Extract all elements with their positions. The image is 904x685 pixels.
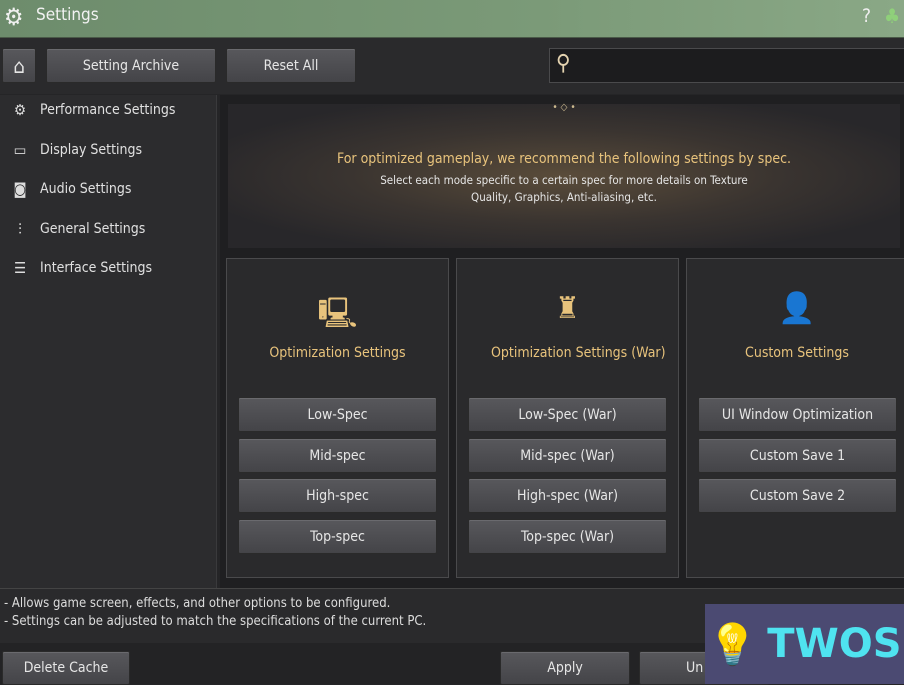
sidebar-item-audio[interactable]: ◙ Audio Settings xyxy=(0,174,217,204)
low-spec-war-button[interactable]: Low-Spec (War) xyxy=(468,397,667,432)
recommendation-banner: • ◇ • For optimized gameplay, we recomme… xyxy=(228,102,900,248)
top-spec-button[interactable]: Top-spec xyxy=(238,519,437,554)
help-button[interactable]: ? xyxy=(862,5,871,27)
speaker-icon: ◙ xyxy=(13,180,27,198)
apply-button[interactable]: Apply xyxy=(500,651,630,685)
card-title: Optimization Settings xyxy=(269,345,406,361)
sliders-icon: ⫶ xyxy=(18,220,22,238)
sidebar-item-performance[interactable]: ⚙ Performance Settings xyxy=(0,95,217,125)
title-bar: ⚙ Settings ? ♣ xyxy=(0,0,904,38)
sidebar-item-interface[interactable]: ☰ Interface Settings xyxy=(0,253,217,283)
sidebar-item-display[interactable]: ▭ Display Settings xyxy=(0,135,217,165)
list-icon: ☰ xyxy=(13,259,27,277)
top-spec-war-button[interactable]: Top-spec (War) xyxy=(468,519,667,554)
computer-icon: 🖳 xyxy=(317,296,358,331)
sidebar-item-label: Audio Settings xyxy=(40,181,132,197)
watermark-text: TWOS xyxy=(767,621,902,667)
monitor-icon: ▭ xyxy=(13,141,27,159)
card-title: Custom Settings xyxy=(745,345,849,361)
custom-save-1-button[interactable]: Custom Save 1 xyxy=(698,438,897,473)
description-line: - Allows game screen, effects, and other… xyxy=(4,596,391,611)
user-icon: 👤 xyxy=(778,291,816,326)
lightbulb-icon: 💡 xyxy=(707,621,758,668)
card-optimization-war: ♜ Optimization Settings (War) Low-Spec (… xyxy=(456,258,679,578)
card-custom: 👤 Custom Settings UI Window Optimization… xyxy=(686,258,904,578)
high-spec-button[interactable]: High-spec xyxy=(238,478,437,513)
watermark-logo: 💡 TWOS xyxy=(705,604,904,684)
card-optimization: 🖳 Optimization Settings Low-Spec Mid-spe… xyxy=(226,258,449,578)
sidebar-item-label: Performance Settings xyxy=(40,102,176,118)
banner-headline: For optimized gameplay, we recommend the… xyxy=(336,151,792,167)
mid-spec-war-button[interactable]: Mid-spec (War) xyxy=(468,438,667,473)
banner-subtext: Quality, Graphics, Anti-aliasing, etc. xyxy=(471,190,657,204)
clover-icon[interactable]: ♣ xyxy=(884,4,900,28)
gear-icon: ⚙ xyxy=(4,3,24,31)
sidebar-item-general[interactable]: ⫶ General Settings xyxy=(0,214,217,244)
setting-archive-button[interactable]: Setting Archive xyxy=(46,48,216,83)
banner-subtext: Select each mode specific to a certain s… xyxy=(380,173,748,187)
ui-window-optimization-button[interactable]: UI Window Optimization xyxy=(698,397,897,432)
card-title: Optimization Settings (War) xyxy=(491,345,666,361)
sidebar-item-label: Interface Settings xyxy=(40,260,153,276)
search-icon: ⚲ xyxy=(556,51,571,76)
gears-icon: ⚙ xyxy=(13,101,27,119)
delete-cache-button[interactable]: Delete Cache xyxy=(2,651,130,685)
mid-spec-button[interactable]: Mid-spec xyxy=(238,438,437,473)
sidebar: ⚙ Performance Settings ▭ Display Settings … xyxy=(0,95,217,588)
high-spec-war-button[interactable]: High-spec (War) xyxy=(468,478,667,513)
castle-tower-icon: ♜ xyxy=(555,291,580,326)
reset-all-button[interactable]: Reset All xyxy=(226,48,356,83)
description-line: - Settings can be adjusted to match the … xyxy=(4,614,427,629)
custom-save-2-button[interactable]: Custom Save 2 xyxy=(698,478,897,513)
ornament-divider: • ◇ • xyxy=(552,102,576,113)
sidebar-item-label: Display Settings xyxy=(40,142,143,158)
home-icon: ⌂ xyxy=(13,53,25,78)
window-title: Settings xyxy=(36,5,99,25)
sidebar-item-label: General Settings xyxy=(40,221,146,237)
low-spec-button[interactable]: Low-Spec xyxy=(238,397,437,432)
search-input[interactable]: ⚲ xyxy=(549,48,904,83)
home-button[interactable]: ⌂ xyxy=(2,48,36,83)
